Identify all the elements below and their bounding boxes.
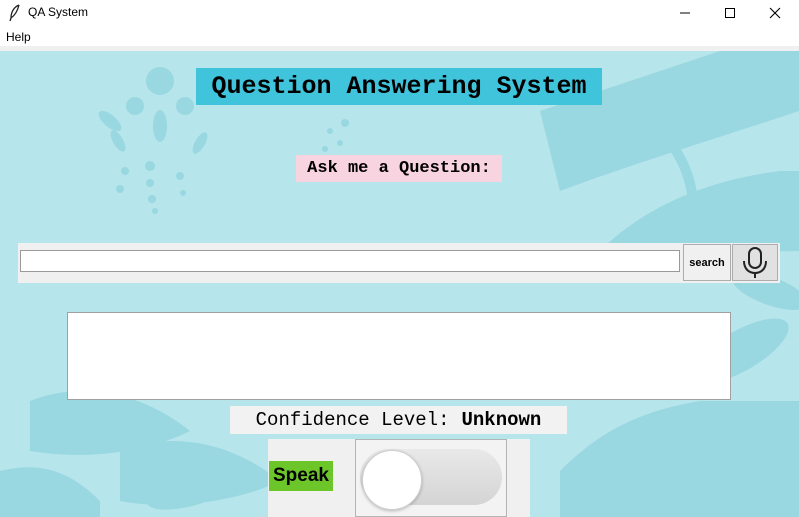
minimize-icon <box>680 12 690 14</box>
close-icon <box>769 7 781 19</box>
main-canvas: Question Answering System Ask me a Quest… <box>0 51 799 517</box>
speak-toggle-button[interactable] <box>355 439 507 517</box>
minimize-button[interactable] <box>662 0 708 26</box>
microphone-icon <box>743 246 767 278</box>
maximize-icon <box>725 8 735 18</box>
speak-panel: Speak <box>268 439 530 517</box>
maximize-button[interactable] <box>707 0 753 26</box>
answer-textbox[interactable] <box>67 312 731 400</box>
feather-icon <box>9 4 20 22</box>
question-prompt-label: Ask me a Question: <box>296 155 502 182</box>
confidence-label-text: Confidence Level: <box>255 409 450 431</box>
menu-bar: Help <box>0 26 799 46</box>
speak-label: Speak <box>269 461 333 491</box>
close-button[interactable] <box>752 0 798 26</box>
toggle-track <box>360 449 502 510</box>
confidence-label: Confidence Level: Unknown <box>230 406 567 434</box>
microphone-button[interactable] <box>732 244 778 281</box>
question-input[interactable] <box>20 250 680 272</box>
menu-help[interactable]: Help <box>6 30 31 44</box>
search-bar: search <box>18 243 780 283</box>
search-button[interactable]: search <box>683 244 731 281</box>
toggle-knob[interactable] <box>362 450 422 510</box>
window-title: QA System <box>28 5 89 19</box>
page-title: Question Answering System <box>196 68 602 105</box>
window-titlebar: QA System <box>0 0 799 26</box>
confidence-value: Unknown <box>461 409 542 431</box>
